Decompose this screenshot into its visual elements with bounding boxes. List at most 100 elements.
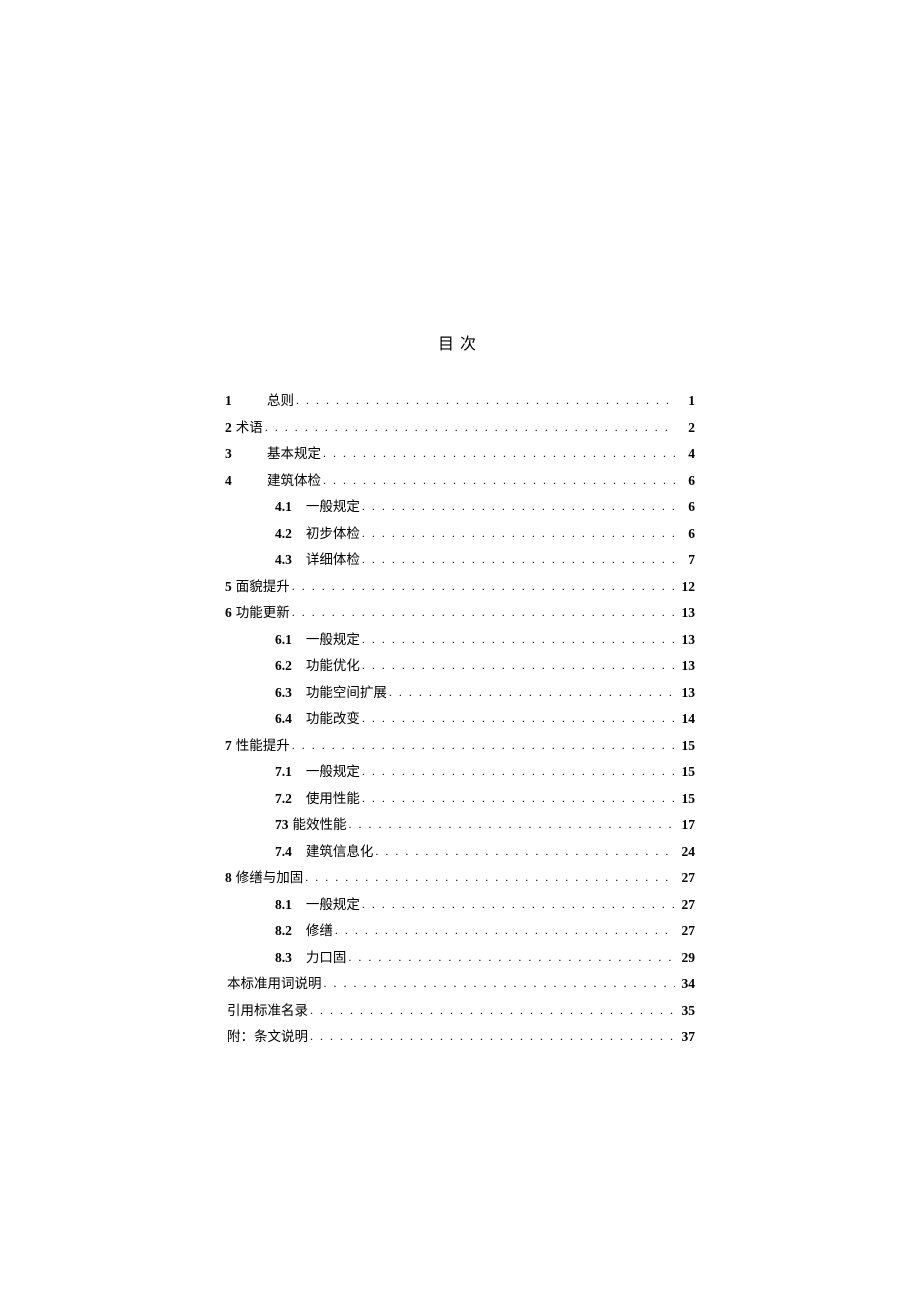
toc-page-number: 6	[677, 474, 695, 488]
toc-page-number: 15	[677, 765, 695, 779]
toc-entry: 73能效性能17	[225, 818, 695, 832]
toc-leader-dots	[362, 792, 675, 804]
toc-leader-dots	[335, 924, 675, 936]
toc-page-number: 35	[677, 1004, 695, 1018]
toc-entry: 6功能更新13	[225, 606, 695, 620]
toc-leader-dots	[348, 951, 675, 963]
toc-leader-dots	[324, 977, 676, 989]
toc-entry: 8.1 一般规定 27	[225, 898, 695, 912]
toc-entry: 8 修缮与加固 27	[225, 871, 695, 885]
toc-label: 使用性能	[306, 792, 360, 806]
toc-page-number: 7	[677, 553, 695, 567]
toc-page-number: 14	[677, 712, 695, 726]
toc-label: 建筑信息化	[306, 845, 374, 859]
toc-label: 面貌提升	[236, 580, 290, 594]
toc-leader-dots	[362, 659, 675, 671]
toc-leader-dots	[362, 553, 675, 565]
toc-number: 6.2	[275, 659, 292, 673]
toc-page-number: 6	[677, 500, 695, 514]
toc-page-number: 37	[677, 1030, 695, 1044]
toc-label: 功能优化	[306, 659, 360, 673]
toc-page-number: 15	[677, 792, 695, 806]
toc-entry: 5面貌提升12	[225, 580, 695, 594]
toc-leader-dots	[310, 1004, 675, 1016]
toc-entry: 8.2修缮27	[225, 924, 695, 938]
toc-label: 本标准用词说明	[227, 977, 322, 991]
toc-entry: 7性能提升15	[225, 739, 695, 753]
toc-label: 修缮	[306, 924, 333, 938]
toc-leader-dots	[292, 606, 675, 618]
toc-page-number: 4	[677, 447, 695, 461]
toc-number: 8.1	[275, 898, 292, 912]
toc-label: 一般规定	[306, 633, 360, 647]
toc-number: 4.3	[275, 553, 292, 567]
toc-page-number: 2	[677, 421, 695, 435]
document-page: 目次 1总则12术语23基本规定44建筑体检64.1一般规定64.2初步体检64…	[0, 0, 920, 1044]
toc-page-number: 13	[677, 686, 695, 700]
toc-entry: 8.3力口固29	[225, 951, 695, 965]
toc-number: 4.1	[275, 500, 292, 514]
toc-number: 7.2	[275, 792, 292, 806]
toc-number: 4	[225, 474, 253, 488]
toc-entry: 6.3功能空间扩展13	[225, 686, 695, 700]
toc-page-number: 6	[677, 527, 695, 541]
toc-number: 8.2	[275, 924, 292, 938]
toc-entry: 1总则1	[225, 394, 695, 408]
toc-leader-dots	[305, 871, 675, 883]
toc-number: 8.3	[275, 951, 292, 965]
toc-entry: 引用标准名录 35	[225, 1004, 695, 1018]
toc-page-number: 13	[677, 659, 695, 673]
toc-page-number: 27	[677, 898, 695, 912]
toc-label: 修缮与加固	[236, 871, 304, 885]
toc-number: 7.1	[275, 765, 292, 779]
toc-label: 详细体检	[306, 553, 360, 567]
toc-leader-dots	[296, 394, 675, 406]
toc-number: 73	[275, 818, 289, 832]
toc-label: 初步体检	[306, 527, 360, 541]
toc-entry: 附：条文说明37	[225, 1030, 695, 1044]
toc-entry: 7.1 一般规定 15	[225, 765, 695, 779]
toc-number: 1	[225, 394, 253, 408]
toc-title: 目次	[225, 330, 695, 354]
toc-entry: 3 基本规定 4	[225, 447, 695, 461]
toc-label: 引用标准名录	[227, 1004, 308, 1018]
toc-page-number: 27	[677, 871, 695, 885]
toc-label: 功能改变	[306, 712, 360, 726]
toc-leader-dots	[362, 633, 675, 645]
toc-leader-dots	[292, 739, 675, 751]
toc-page-number: 34	[677, 977, 695, 991]
toc-leader-dots	[375, 845, 675, 857]
toc-page-number: 13	[677, 633, 695, 647]
toc-entry: 7.2 使用性能 15	[225, 792, 695, 806]
toc-label: 功能更新	[236, 606, 290, 620]
toc-leader-dots	[362, 898, 675, 910]
toc-entry: 4.3 详细体检 7	[225, 553, 695, 567]
toc-page-number: 24	[677, 845, 695, 859]
toc-label: 一般规定	[306, 898, 360, 912]
toc-leader-dots	[323, 474, 675, 486]
toc-entry: 2术语2	[225, 421, 695, 435]
toc-leader-dots	[362, 500, 675, 512]
toc-entry: 7.4 建筑信息化 24	[225, 845, 695, 859]
toc-entry: 6.4 功能改变 14	[225, 712, 695, 726]
toc-page-number: 29	[677, 951, 695, 965]
toc-entry: 4建筑体检6	[225, 474, 695, 488]
toc-label: 功能空间扩展	[306, 686, 387, 700]
toc-number: 6.4	[275, 712, 292, 726]
toc-entry: 4.1一般规定6	[225, 500, 695, 514]
toc-number: 6.1	[275, 633, 292, 647]
toc-label: 能效性能	[293, 818, 347, 832]
toc-label: 一般规定	[306, 765, 360, 779]
toc-entry: 4.2初步体检6	[225, 527, 695, 541]
toc-leader-dots	[362, 765, 675, 777]
toc-number: 8	[225, 871, 232, 885]
toc-number: 3	[225, 447, 253, 461]
toc-leader-dots	[362, 712, 675, 724]
toc-label: 性能提升	[236, 739, 290, 753]
toc-entry: 本标准用词说明 34	[225, 977, 695, 991]
toc-number: 7	[225, 739, 232, 753]
toc-leader-dots	[292, 580, 675, 592]
toc-number: 7.4	[275, 845, 292, 859]
toc-label: 基本规定	[267, 447, 321, 461]
toc-number: 2	[225, 421, 232, 435]
